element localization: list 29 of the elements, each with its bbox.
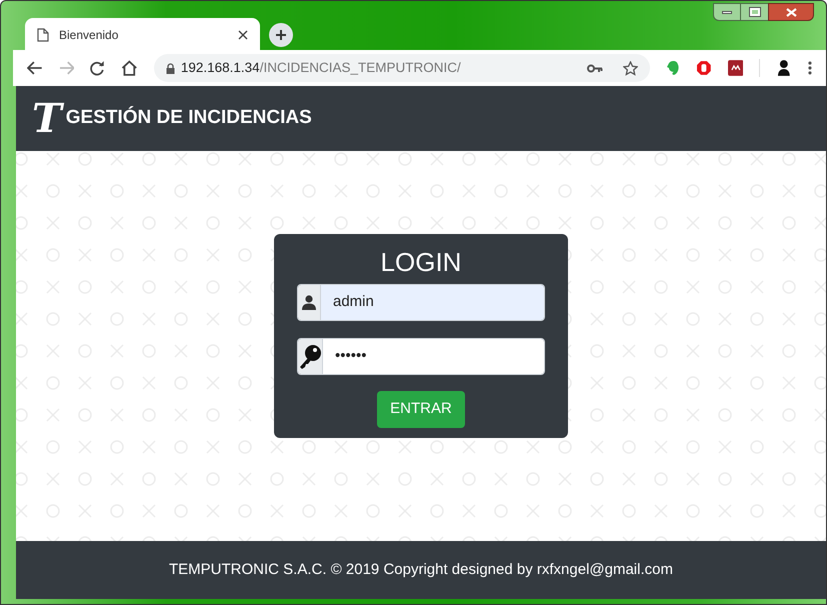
close-icon[interactable] xyxy=(238,30,248,40)
star-icon[interactable] xyxy=(623,60,638,76)
close-icon xyxy=(786,8,796,16)
url-text: 192.168.1.34/INCIDENCIAS_TEMPUTRONIC/ xyxy=(180,58,462,77)
tab-title: Bienvenido xyxy=(59,26,120,44)
reload-icon[interactable] xyxy=(90,60,106,76)
profile-icon[interactable] xyxy=(776,59,792,77)
plus-icon xyxy=(275,29,287,41)
key-icon xyxy=(298,344,322,370)
browser-tab[interactable]: Bienvenido xyxy=(25,18,260,51)
new-tab-button[interactable] xyxy=(269,23,293,47)
footer-text: TEMPUTRONIC S.A.C. © 2019 Copyright designed by rxfxngel@gmail.com xyxy=(169,560,673,580)
back-icon[interactable] xyxy=(27,61,43,75)
home-icon[interactable] xyxy=(121,60,138,76)
key-icon[interactable] xyxy=(587,64,604,72)
menu-icon[interactable] xyxy=(808,61,812,75)
minimize-button[interactable] xyxy=(713,3,741,21)
page-icon xyxy=(37,28,49,42)
maximize-button[interactable] xyxy=(741,3,768,21)
password-field[interactable]: •••••• xyxy=(297,338,545,375)
username-field[interactable]: admin xyxy=(297,284,545,321)
login-title: LOGIN xyxy=(380,246,462,278)
logo: T xyxy=(32,98,62,138)
user-icon xyxy=(302,295,316,310)
close-button[interactable] xyxy=(768,3,814,21)
address-bar[interactable]: 192.168.1.34/INCIDENCIAS_TEMPUTRONIC/ xyxy=(154,54,650,82)
lock-icon xyxy=(166,62,175,74)
header-title: GESTIÓN DE INCIDENCIAS xyxy=(66,105,312,130)
extension-icon[interactable] xyxy=(728,60,744,76)
